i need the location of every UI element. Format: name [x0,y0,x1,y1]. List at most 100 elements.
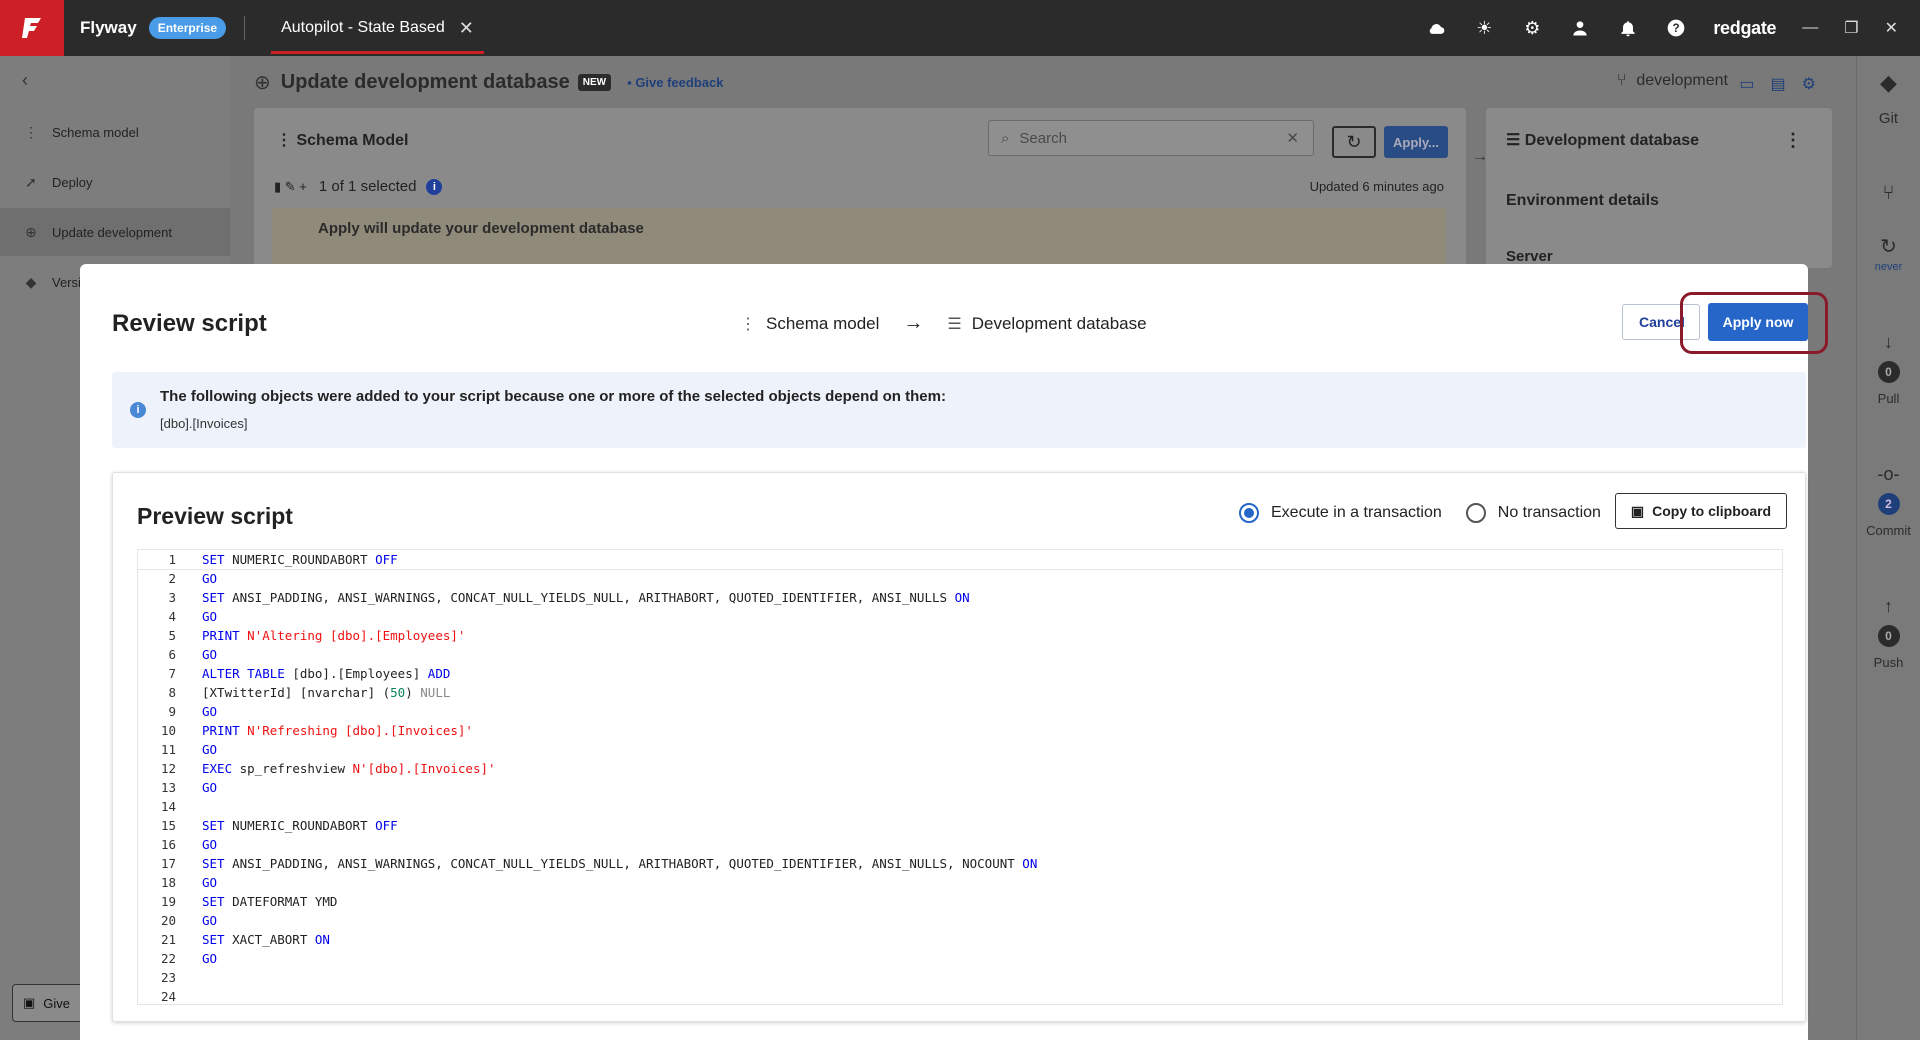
update-icon: ⊕ [25,223,37,240]
dependency-info-banner: i The following objects were added to yo… [112,372,1806,448]
line-number: 19 [160,894,176,909]
line-number: 13 [160,780,176,795]
line-source: GO [202,609,218,624]
arrow-up-icon: ↑ [1884,596,1893,616]
chevron-left-icon[interactable]: ‹ [22,70,28,91]
code-line: 13 GO [138,778,1782,797]
schema-icon: ⋮ [740,315,756,333]
commit-button[interactable]: -o- 2 Commit [1857,464,1920,538]
code-line: 23 [138,968,1782,987]
commit-count: 2 [1877,493,1900,515]
refresh-icon: ↻ [1346,131,1362,152]
refresh-icon: ↻ [1880,236,1897,258]
database-icon: ☰ [947,315,962,333]
more-menu-icon[interactable]: ⋮ [1784,130,1802,151]
toolbar-icons[interactable]: ▮ ✎ + [274,179,307,195]
restore-icon[interactable]: ❐ [1844,18,1858,38]
pull-count: 0 [1877,361,1900,383]
line-number: 18 [160,875,176,890]
line-source: GO [202,647,218,662]
search-icon: ⌕ [1001,129,1010,147]
line-source: SET ANSI_PADDING, ANSI_WARNINGS, CONCAT_… [202,590,970,605]
close-tab-icon[interactable]: ✕ [459,18,474,39]
sidebar-item-label: Update development [52,224,172,240]
preview-script-card: Preview script Execute in a transaction … [112,472,1806,1022]
code-line: 19 SET DATEFORMAT YMD [138,892,1782,911]
transaction-options: Execute in a transaction No transaction [1239,503,1625,523]
settings-gear-icon[interactable]: ⚙ [1802,74,1816,94]
settings-gear-icon[interactable]: ⚙ [1521,17,1543,39]
close-window-icon[interactable]: ✕ [1885,18,1898,38]
commit-label: Commit [1866,523,1911,538]
line-number: 8 [168,685,176,700]
git-panel-button[interactable]: ◆ Git [1857,70,1920,127]
edition-badge: Enterprise [148,17,227,39]
bell-icon[interactable] [1617,17,1639,39]
clear-search-icon[interactable]: ✕ [1286,129,1299,147]
terminal-icon[interactable]: ▤ [1771,74,1786,94]
theme-sun-icon[interactable]: ☀ [1473,17,1495,39]
help-icon[interactable]: ? [1665,17,1687,39]
radio-label-no-transaction[interactable]: No transaction [1498,504,1601,522]
push-count: 0 [1877,625,1900,647]
code-line: 15 SET NUMERIC_ROUNDABORT OFF [138,816,1782,835]
info-text: The following objects were added to your… [160,388,946,405]
warning-text: Apply will update your development datab… [318,220,644,237]
line-source: GO [202,951,218,966]
line-source: PRINT N'Refreshing [dbo].[Invoices]' [202,723,473,738]
give-feedback-link[interactable]: ▪ Give feedback [627,75,723,90]
sidebar-item-label: Deploy [52,174,93,190]
apply-now-button[interactable]: Apply now [1708,303,1808,341]
pull-button[interactable]: ↓ 0 Pull [1857,332,1920,406]
code-line: 5 PRINT N'Altering [dbo].[Employees]' [138,626,1782,645]
apply-button[interactable]: Apply... [1384,126,1448,158]
git-icon: ◆ [1880,70,1897,95]
flow-target: Development database [971,313,1147,333]
radio-no-transaction[interactable] [1465,503,1486,523]
line-source: PRINT N'Altering [dbo].[Employees]' [202,628,466,643]
header-icons: ▭ ▤ ⚙ [1739,74,1816,94]
radio-label-transaction[interactable]: Execute in a transaction [1271,504,1442,522]
push-button[interactable]: ↑ 0 Push [1857,596,1920,670]
dialog-title: Review script [112,310,267,337]
refresh-button[interactable]: ↻ [1332,126,1376,158]
line-number: 21 [160,932,176,947]
push-label: Push [1873,655,1904,670]
code-line: 6 GO [138,645,1782,664]
line-source: GO [202,780,218,795]
script-editor[interactable]: 1 SET NUMERIC_ROUNDABORT OFF 2 GO 3 SET ANSI_… [137,549,1783,1005]
search-input[interactable]: ⌕ Search ✕ [988,120,1314,156]
code-line: 22 GO [138,949,1782,968]
sidebar-item-deploy[interactable]: ➚ Deploy [0,158,230,206]
branch-button[interactable]: ⑂ [1857,182,1920,205]
code-line: 7 ALTER TABLE [dbo].[Employees] ADD [138,664,1782,683]
code-line: 24 [138,987,1782,1006]
right-rail: ◆ Git ⑂ ↻ never ↓ 0 Pull -o- 2 Commit ↑ … [1856,56,1920,1040]
preview-title: Preview script [137,503,293,529]
sidebar-item-label: Versi [52,274,81,290]
give-feedback-button[interactable]: ▣ Give [12,984,90,1022]
radio-execute-transaction[interactable] [1239,503,1259,523]
copy-to-clipboard-button[interactable]: ▣ Copy to clipboard [1615,493,1787,529]
cloud-icon[interactable] [1425,17,1447,39]
tab-autopilot[interactable]: Autopilot - State Based ✕ [271,0,484,56]
flyway-logo-icon[interactable] [0,0,64,56]
sidebar-item-update-development[interactable]: ⊕ Update development [0,208,230,256]
code-line: 11 GO [138,740,1782,759]
schema-icon: ⋮ [276,132,297,149]
selection-count: 1 of 1 selected [318,178,417,195]
minimize-icon[interactable]: — [1802,19,1818,37]
code-line: 17 SET ANSI_PADDING, ANSI_WARNINGS, CONCA… [138,854,1782,873]
line-number: 5 [168,628,176,643]
fetch-button[interactable]: ↻ never [1857,234,1920,273]
line-source: [XTwitterId] [nvarchar] (50) NULL [202,685,451,700]
folder-icon[interactable]: ▭ [1739,74,1754,94]
info-icon[interactable]: i [426,178,443,195]
line-number: 4 [168,609,176,624]
top-bar: Flyway Enterprise Autopilot - State Base… [0,0,1920,56]
branch-selector[interactable]: ⑂ development [1617,72,1728,90]
sidebar-item-schema-model[interactable]: ⋮ Schema model [0,108,230,156]
user-icon[interactable] [1569,17,1591,39]
line-number: 11 [160,742,176,757]
branch-icon: ⑂ [1882,182,1895,204]
